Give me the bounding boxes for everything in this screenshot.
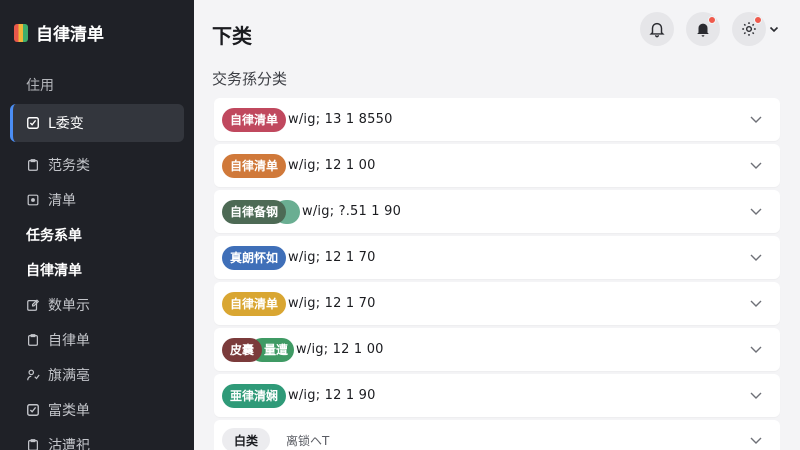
tag-badge: 真朗怀如 (222, 245, 287, 270)
row-text: w/ig; 13 1 8550 (288, 112, 393, 127)
sidebar: 自律清单 住用 L委变 范务类 清单 任务系单 自律清单 数单示 自律单 旗满亳… (0, 0, 194, 450)
page-title: 下类 (212, 24, 252, 48)
sidebar-item-label: 数单示 (48, 298, 90, 314)
sidebar-item-label: 清单 (48, 193, 76, 209)
chevron-down-icon[interactable] (748, 341, 764, 357)
checkbox-icon (27, 117, 39, 129)
list-item[interactable]: 亜律清娴 w/ig; 12 1 90 (214, 374, 780, 417)
bell-icon (649, 22, 665, 38)
chevron-down-icon[interactable] (748, 432, 764, 448)
chevron-down-icon[interactable] (748, 157, 764, 173)
sidebar-item-label: 任务系单 (26, 228, 82, 244)
chevron-down-icon[interactable] (748, 387, 764, 403)
sidebar-item-9[interactable]: 富类单 (10, 393, 184, 427)
chevron-down-icon (769, 26, 779, 33)
tag-badge: 白类 (222, 428, 271, 450)
tag-badge: 皮囊 (222, 337, 263, 362)
list-item[interactable]: 自律清单 w/ig; 12 1 70 (214, 282, 780, 325)
sidebar-item-2[interactable]: 范务类 (10, 148, 184, 182)
page-subtitle: 交务孫分类 (212, 70, 288, 88)
tag-badge: 亜律清娴 (222, 383, 287, 408)
row-text: w/ig; 12 1 00 (296, 342, 384, 357)
header-actions (640, 12, 780, 46)
chevron-down-icon[interactable] (748, 249, 764, 265)
notification-dot (708, 16, 716, 24)
list-item[interactable]: 自律清单 w/ig; 12 1 00 (214, 144, 780, 187)
sidebar-nav: L委变 范务类 清单 任务系单 自律清单 数单示 自律单 旗满亳 富类单 沽遭祀 (10, 104, 184, 450)
chevron-down-icon[interactable] (748, 203, 764, 219)
row-text: 离锁ヘT (286, 433, 330, 448)
row-text: w/ig; 12 1 90 (288, 388, 376, 403)
tag-badge: 自律清单 (222, 291, 287, 316)
list-item[interactable]: 白类 离锁ヘT (214, 420, 780, 450)
square-dot-icon (27, 194, 39, 206)
sidebar-item-7[interactable]: 自律单 (10, 323, 184, 357)
tag-badge: 自律清单 (222, 153, 287, 178)
app-title: 自律清单 (36, 25, 104, 45)
checkbox-icon (27, 404, 39, 416)
category-list: 自律清单 w/ig; 13 1 8550 自律清单 w/ig; 12 1 00 … (214, 98, 780, 450)
row-text: w/ig; 12 1 00 (288, 158, 376, 173)
sidebar-item-label: 范务类 (48, 158, 90, 174)
chevron-down-icon[interactable] (748, 111, 764, 127)
sidebar-item-8[interactable]: 旗满亳 (10, 358, 184, 392)
sidebar-item-label: 旗满亳 (48, 368, 90, 384)
sidebar-item-3[interactable]: 清单 (10, 183, 184, 217)
app-logo-icon (14, 23, 28, 42)
settings-button[interactable] (732, 12, 766, 46)
settings-menu[interactable] (732, 12, 780, 46)
alerts-button[interactable] (686, 12, 720, 46)
row-text: w/ig; 12 1 70 (288, 250, 376, 265)
list-item[interactable]: 自律清单 w/ig; 13 1 8550 (214, 98, 780, 141)
sidebar-item-6[interactable]: 数单示 (10, 288, 184, 322)
notifications-button[interactable] (640, 12, 674, 46)
sidebar-item-5[interactable]: 自律清单 (10, 253, 184, 287)
people-icon (27, 369, 40, 381)
main-content: 下类 交务孫分类 自律清单 w/ig; 13 1 8550 自律清单 w/ig;… (194, 0, 800, 450)
sidebar-item-label: 沽遭祀 (48, 438, 90, 450)
tag-badge: 自律清单 (222, 107, 287, 132)
clipboard-icon (28, 439, 38, 450)
list-item[interactable]: 真朗怀如 w/ig; 12 1 70 (214, 236, 780, 279)
sidebar-item-label: 富类单 (48, 403, 90, 419)
clipboard-icon (28, 159, 38, 171)
clipboard-icon (28, 334, 38, 346)
sidebar-item-label: 自律单 (48, 333, 90, 349)
edit-icon (27, 299, 40, 311)
sidebar-item-label: L委变 (48, 116, 84, 132)
row-text: w/ig; ?.51 1 90 (302, 204, 402, 219)
sidebar-item-label: 自律清单 (26, 263, 82, 279)
settings-badge-dot (754, 16, 762, 24)
sidebar-section-label: 住用 (26, 78, 54, 94)
sidebar-item-4[interactable]: 任务系单 (10, 218, 184, 252)
list-item[interactable]: 自律备钢 w/ig; ?.51 1 90 (214, 190, 780, 233)
sidebar-item-10[interactable]: 沽遭祀 (10, 428, 184, 450)
sidebar-item-1[interactable]: L委变 (10, 104, 184, 142)
row-text: w/ig; 12 1 70 (288, 296, 376, 311)
list-item[interactable]: 皮囊 量遭 w/ig; 12 1 00 (214, 328, 780, 371)
chevron-down-icon[interactable] (748, 295, 764, 311)
brand[interactable]: 自律清单 (14, 20, 104, 45)
tag-badge: 自律备钢 (222, 199, 287, 224)
